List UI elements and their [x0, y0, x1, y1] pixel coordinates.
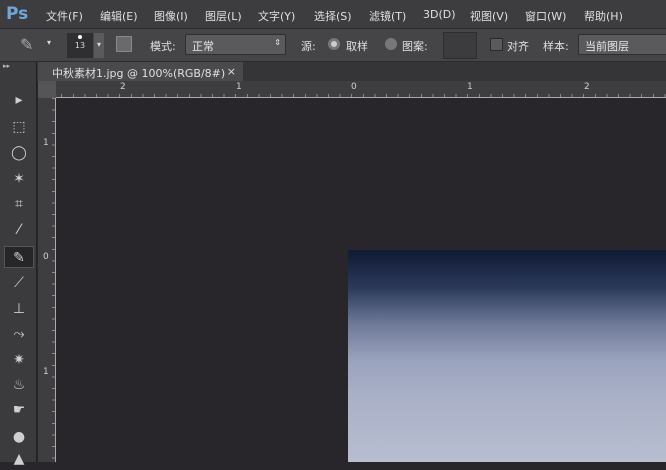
- menu-layer[interactable]: 图层(L): [205, 8, 242, 24]
- ruler-tick-label: 1: [467, 82, 473, 92]
- document-image-canvas[interactable]: [348, 250, 666, 462]
- ruler-tick-label: 1: [43, 367, 49, 377]
- sample-select[interactable]: 当前图层: [578, 34, 666, 55]
- menu-bar: Ps 文件(F) 编辑(E) 图像(I) 图层(L) 文字(Y) 选择(S) 滤…: [0, 0, 666, 29]
- aligned-label: 对齐: [507, 40, 529, 53]
- tools-panel: ▸▸ ▸ ⬚ ◯ ✶ ⌗ ⁄ ✎ ⟋ ⊥ ⤳ ✷ ♨ ☛ ● ▲: [0, 62, 37, 467]
- document-tab-bar: 中秋素材1.jpg @ 100%(RGB/8#) ×: [0, 62, 666, 81]
- pattern-radio[interactable]: [385, 38, 397, 50]
- eyedropper-icon[interactable]: ⁄: [7, 219, 31, 241]
- menu-filter[interactable]: 滤镜(T): [369, 8, 406, 24]
- healing-brush-icon[interactable]: ✎: [20, 35, 33, 54]
- menu-file[interactable]: 文件(F): [46, 8, 83, 24]
- eraser-icon[interactable]: ✷: [7, 349, 31, 371]
- collapse-icon[interactable]: ▸▸: [3, 62, 10, 70]
- ruler-tick-label: 2: [584, 82, 590, 92]
- paint-bucket-icon[interactable]: ♨: [7, 374, 31, 396]
- crop-icon[interactable]: ⌗: [7, 193, 31, 215]
- menu-view[interactable]: 视图(V): [470, 8, 508, 24]
- photoshop-logo: Ps: [6, 4, 29, 24]
- ruler-tick-label: 1: [236, 82, 242, 92]
- sampled-label: 取样: [346, 40, 368, 53]
- healing-brush-icon[interactable]: ✎: [4, 246, 34, 268]
- aligned-checkbox[interactable]: [490, 38, 503, 51]
- vertical-ruler: 1 0 1: [38, 98, 56, 462]
- magic-wand-icon[interactable]: ✶: [7, 168, 31, 190]
- menu-help[interactable]: 帮助(H): [584, 8, 623, 24]
- sample-label: 样本:: [543, 40, 569, 53]
- menu-3d[interactable]: 3D(D): [423, 8, 456, 21]
- pen-icon[interactable]: ▲: [7, 448, 31, 470]
- horizontal-ruler: 2 1 0 1 2: [38, 81, 666, 98]
- sampled-radio[interactable]: [328, 38, 340, 50]
- tool-preset-chevron-icon[interactable]: ▾: [47, 38, 51, 47]
- menu-image[interactable]: 图像(I): [154, 8, 188, 24]
- menu-edit[interactable]: 编辑(E): [100, 8, 138, 24]
- ruler-tick-label: 2: [120, 82, 126, 92]
- clone-stamp-icon[interactable]: ⊥: [7, 298, 31, 320]
- brush-size-picker[interactable]: 13: [67, 33, 93, 58]
- ruler-tick-label: 1: [43, 138, 49, 148]
- pattern-label: 图案:: [402, 40, 428, 53]
- brush-icon[interactable]: ⟋: [7, 272, 31, 294]
- brush-chevron-icon[interactable]: ▾: [94, 33, 104, 58]
- history-brush-icon[interactable]: ⤳: [7, 323, 31, 345]
- ruler-tick-label: 0: [43, 252, 49, 262]
- menu-select[interactable]: 选择(S): [314, 8, 352, 24]
- menu-window[interactable]: 窗口(W): [525, 8, 566, 24]
- options-bar: ✎ ▾ 13 ▾ 模式: 正常 ⇕ 源: 取样 图案: 对齐 样本: 当前图层: [0, 29, 666, 62]
- move-icon[interactable]: ▸: [7, 89, 31, 111]
- menu-type[interactable]: 文字(Y): [258, 8, 295, 24]
- ruler-tick-label: 0: [351, 82, 357, 92]
- source-label: 源:: [301, 40, 316, 53]
- marquee-icon[interactable]: ⬚: [7, 116, 31, 138]
- close-icon[interactable]: ×: [227, 65, 236, 78]
- document-tab[interactable]: 中秋素材1.jpg @ 100%(RGB/8#) ×: [38, 62, 243, 81]
- clone-source-icon[interactable]: [116, 36, 132, 52]
- smudge-icon[interactable]: ☛: [7, 399, 31, 421]
- ruler-origin[interactable]: [38, 81, 56, 98]
- mode-select[interactable]: 正常 ⇕: [185, 34, 286, 55]
- mode-label: 模式:: [150, 40, 176, 53]
- pattern-picker[interactable]: [443, 32, 477, 59]
- sponge-icon[interactable]: ●: [7, 426, 31, 448]
- lasso-icon[interactable]: ◯: [7, 142, 31, 164]
